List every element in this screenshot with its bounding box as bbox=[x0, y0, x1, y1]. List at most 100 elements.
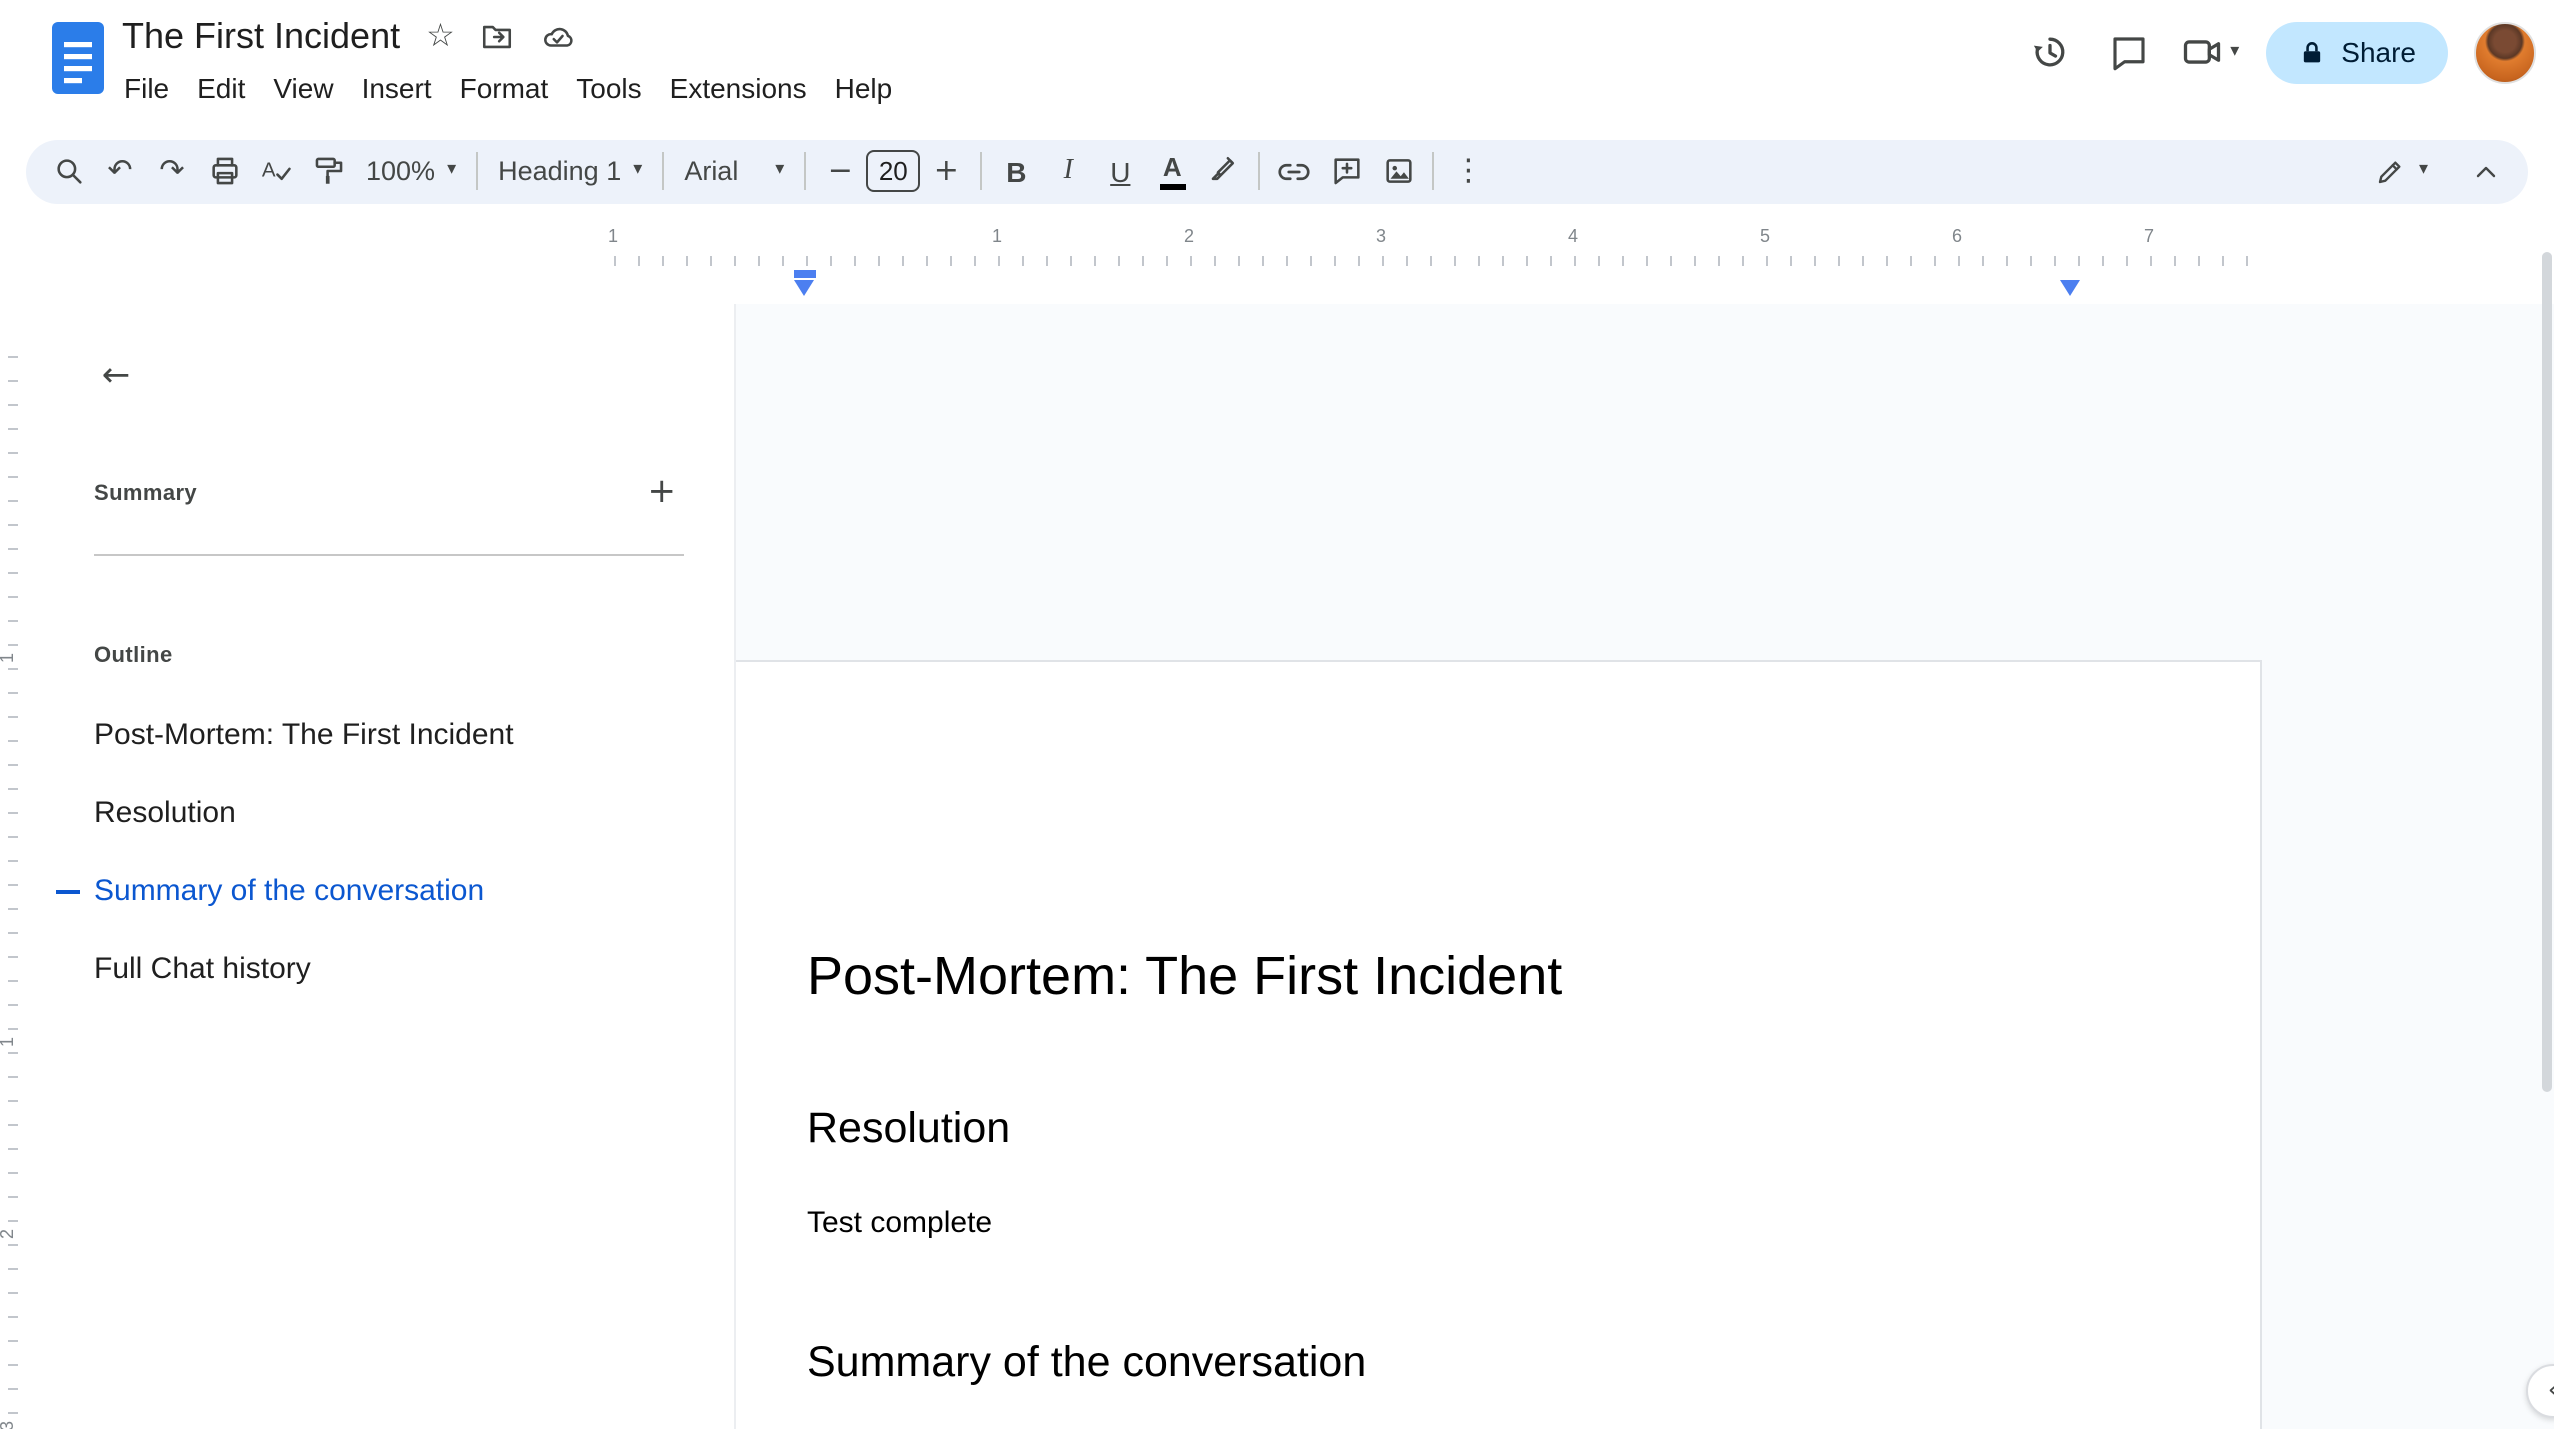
ruler-label: 2 bbox=[0, 1229, 17, 1239]
move-folder-icon[interactable] bbox=[481, 19, 515, 53]
current-position-dash bbox=[56, 890, 80, 894]
menu-edit[interactable]: Edit bbox=[183, 68, 259, 108]
paint-format-icon[interactable] bbox=[302, 146, 354, 198]
star-icon[interactable]: ☆ bbox=[426, 19, 455, 52]
ruler-label: 1 bbox=[0, 653, 17, 663]
version-history-icon[interactable] bbox=[2024, 26, 2076, 78]
menu-tools[interactable]: Tools bbox=[562, 68, 655, 108]
outline-item-label: Summary of the conversation bbox=[94, 874, 485, 908]
comments-icon[interactable] bbox=[2102, 26, 2154, 78]
italic-button[interactable]: I bbox=[1042, 146, 1094, 198]
search-menus-icon[interactable] bbox=[42, 146, 94, 198]
add-comment-icon[interactable] bbox=[1320, 146, 1372, 198]
toolbar: ↶ ↷ A 100% ▾ Heading 1 ▾ Arial ▾ − 20 + … bbox=[26, 140, 2528, 203]
ruler-label: 1 bbox=[991, 226, 1003, 246]
decrease-font-size-button[interactable]: − bbox=[814, 146, 866, 198]
right-indent-marker[interactable] bbox=[2059, 280, 2079, 296]
paragraph-style-select[interactable]: Heading 1 ▾ bbox=[486, 146, 654, 198]
doc-heading-1[interactable]: Post-Mortem: The First Incident bbox=[807, 941, 2068, 1011]
underline-button[interactable]: U bbox=[1094, 146, 1146, 198]
text-color-letter: A bbox=[1162, 152, 1182, 182]
insert-link-icon[interactable] bbox=[1268, 146, 1320, 198]
divider bbox=[476, 152, 479, 191]
vertical-scrollbar-thumb[interactable] bbox=[2542, 252, 2552, 1092]
left-indent-marker[interactable] bbox=[794, 280, 814, 296]
chevron-down-icon: ▾ bbox=[2230, 41, 2240, 61]
outline-section-label: Outline bbox=[94, 644, 173, 668]
outline-item[interactable]: Post-Mortem: The First Incident bbox=[30, 696, 733, 774]
horizontal-ruler: 1 1 2 3 4 5 6 7 bbox=[30, 216, 2554, 304]
chevron-down-icon: ▾ bbox=[2418, 160, 2428, 181]
ruler-label: 3 bbox=[0, 1421, 17, 1429]
doc-heading-2[interactable]: Resolution bbox=[807, 1099, 2068, 1155]
highlight-color-icon[interactable] bbox=[1198, 146, 1250, 198]
doc-paragraph[interactable]: Test complete bbox=[807, 1199, 2068, 1245]
divider bbox=[94, 554, 684, 556]
font-family-value: Arial bbox=[684, 156, 739, 187]
editing-mode-select[interactable]: ▾ bbox=[2363, 146, 2440, 198]
bold-button[interactable]: B bbox=[990, 146, 1042, 198]
cloud-status-icon[interactable] bbox=[541, 19, 577, 53]
outline-sidebar: ← Summary + Outline Post-Mortem: The Fir… bbox=[30, 304, 735, 1429]
menu-bar: File Edit View Insert Format Tools Exten… bbox=[110, 68, 906, 108]
first-line-indent-marker[interactable] bbox=[794, 270, 816, 277]
svg-text:A: A bbox=[262, 159, 276, 182]
docs-logo-icon[interactable] bbox=[52, 22, 104, 94]
print-icon[interactable] bbox=[198, 146, 250, 198]
outline-item[interactable]: Full Chat history bbox=[30, 930, 733, 1008]
font-size-input[interactable]: 20 bbox=[866, 150, 921, 193]
ruler-label: 1 bbox=[0, 1037, 17, 1047]
chevron-down-icon: ▾ bbox=[775, 160, 785, 181]
share-button[interactable]: Share bbox=[2265, 21, 2448, 83]
header: The First Incident ☆ File Edit View Inse… bbox=[0, 0, 2554, 124]
divider bbox=[1432, 152, 1435, 191]
more-options-kebab-icon[interactable]: ⋮ bbox=[1442, 146, 1494, 198]
outline-list: Post-Mortem: The First Incident Resoluti… bbox=[30, 696, 733, 1008]
ruler-label: 4 bbox=[1567, 226, 1579, 246]
menu-file[interactable]: File bbox=[110, 68, 183, 108]
header-right-cluster: ▾ Share bbox=[2024, 16, 2536, 88]
ruler-label: 1 bbox=[607, 226, 619, 246]
menu-format[interactable]: Format bbox=[446, 68, 563, 108]
paragraph-style-value: Heading 1 bbox=[498, 156, 622, 187]
ruler-label: 2 bbox=[1183, 226, 1195, 246]
insert-image-icon[interactable] bbox=[1372, 146, 1424, 198]
divider bbox=[1258, 152, 1261, 191]
vertical-ruler: 1 1 2 3 4 bbox=[0, 304, 30, 1429]
menu-insert[interactable]: Insert bbox=[348, 68, 446, 108]
ruler-ticks bbox=[8, 355, 18, 1429]
menu-view[interactable]: View bbox=[259, 68, 347, 108]
redo-icon[interactable]: ↷ bbox=[146, 146, 198, 198]
chevron-down-icon: ▾ bbox=[447, 160, 457, 181]
text-color-button[interactable]: A bbox=[1146, 146, 1198, 198]
menu-help[interactable]: Help bbox=[821, 68, 907, 108]
undo-icon[interactable]: ↶ bbox=[94, 146, 146, 198]
hide-menus-chevron-icon[interactable] bbox=[2460, 146, 2512, 198]
ruler-label: 3 bbox=[1375, 226, 1387, 246]
chevron-down-icon: ▾ bbox=[633, 160, 643, 181]
share-label: Share bbox=[2341, 36, 2416, 68]
add-summary-button[interactable]: + bbox=[640, 472, 685, 514]
divider bbox=[804, 152, 807, 191]
divider bbox=[980, 152, 983, 191]
font-family-select[interactable]: Arial ▾ bbox=[672, 146, 796, 198]
meet-call-button[interactable]: ▾ bbox=[2180, 30, 2239, 74]
divider bbox=[662, 152, 665, 191]
document-page[interactable]: Post-Mortem: The First Incident Resoluti… bbox=[613, 659, 2262, 1429]
pencil-icon bbox=[2379, 160, 2402, 183]
zoom-select[interactable]: 100% ▾ bbox=[354, 146, 468, 198]
menu-extensions[interactable]: Extensions bbox=[656, 68, 821, 108]
close-outline-back-arrow[interactable]: ← bbox=[88, 348, 144, 404]
account-avatar[interactable] bbox=[2474, 21, 2536, 83]
outline-item[interactable]: Resolution bbox=[30, 774, 733, 852]
ruler-label: 5 bbox=[1759, 226, 1771, 246]
lock-icon bbox=[2303, 41, 2320, 62]
title-block: The First Incident ☆ File Edit View Inse… bbox=[122, 12, 906, 108]
increase-font-size-button[interactable]: + bbox=[920, 146, 972, 198]
summary-section-label: Summary bbox=[94, 481, 198, 505]
document-title[interactable]: The First Incident bbox=[122, 15, 400, 57]
google-docs-app: The First Incident ☆ File Edit View Inse… bbox=[0, 0, 2554, 1429]
doc-heading-2[interactable]: Summary of the conversation bbox=[807, 1333, 2068, 1389]
spellcheck-icon[interactable]: A bbox=[250, 146, 302, 198]
outline-item-active[interactable]: Summary of the conversation bbox=[30, 852, 733, 930]
